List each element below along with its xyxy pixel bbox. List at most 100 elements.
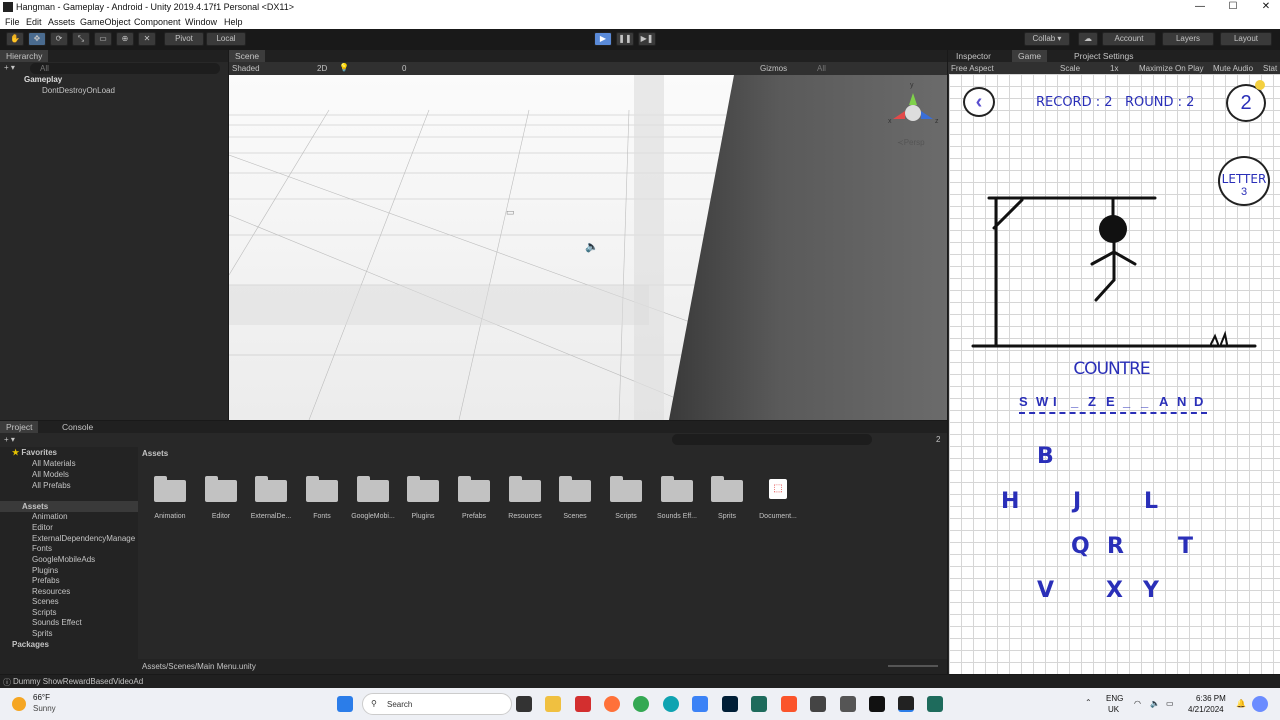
weather-temp[interactable]: 66°F bbox=[33, 693, 50, 702]
back-button[interactable]: ‹ bbox=[963, 87, 995, 117]
app-icon[interactable] bbox=[810, 696, 826, 712]
scene-view[interactable]: 🔈 ▭ y x z ≺Persp bbox=[229, 75, 947, 420]
status-message[interactable]: Dummy ShowRewardBasedVideoAd bbox=[13, 677, 143, 686]
mute-audio-toggle[interactable]: Mute Audio bbox=[1213, 64, 1253, 73]
hierarchy-add-icon[interactable]: + ▾ bbox=[4, 63, 15, 72]
chrome-icon[interactable] bbox=[633, 696, 649, 712]
unity-taskbar-icon[interactable] bbox=[898, 696, 914, 712]
fav-all-prefabs[interactable]: All Prefabs bbox=[32, 481, 71, 490]
camera-icon[interactable]: ▭ bbox=[506, 207, 515, 217]
project-add-icon[interactable]: + ▾ bbox=[4, 435, 15, 444]
scale-value[interactable]: 1x bbox=[1110, 64, 1118, 73]
menu-component[interactable]: Component bbox=[134, 17, 181, 27]
scene-search-input[interactable]: All bbox=[817, 64, 826, 73]
layers-dropdown[interactable]: Layers bbox=[1162, 32, 1214, 46]
game-view[interactable]: ‹ RECORD : 2 ROUND : 2 2 LETTER 3 COUNTR… bbox=[949, 74, 1280, 674]
letter-button-q[interactable]: Q bbox=[1071, 534, 1090, 559]
tab-scene[interactable]: Scene bbox=[229, 50, 266, 62]
rect-tool-icon[interactable]: ▭ bbox=[94, 32, 112, 46]
fx-counter[interactable]: 0 bbox=[402, 64, 406, 73]
folder-icon[interactable] bbox=[154, 476, 186, 502]
tree-item-plugins[interactable]: Plugins bbox=[32, 566, 58, 575]
move-tool-icon[interactable]: ✥ bbox=[28, 32, 46, 46]
pivot-toggle[interactable]: Pivot bbox=[164, 32, 204, 46]
folder-icon[interactable] bbox=[306, 476, 338, 502]
letter-button-t[interactable]: T bbox=[1178, 534, 1193, 559]
menu-file[interactable]: File bbox=[5, 17, 20, 27]
tree-item-fonts[interactable]: Fonts bbox=[32, 544, 52, 553]
tray-chevron-icon[interactable]: ⌃ bbox=[1085, 698, 1092, 707]
tree-item-scenes[interactable]: Scenes bbox=[32, 597, 59, 606]
menu-help[interactable]: Help bbox=[224, 17, 243, 27]
folder-icon[interactable] bbox=[559, 476, 591, 502]
scale-tool-icon[interactable]: ⤡ bbox=[72, 32, 90, 46]
letter-button-y[interactable]: Y bbox=[1143, 578, 1159, 603]
letter-button-x[interactable]: X bbox=[1106, 578, 1123, 603]
hand-tool-icon[interactable]: ✋ bbox=[6, 32, 24, 46]
2d-toggle[interactable]: 2D bbox=[317, 64, 327, 73]
rotate-tool-icon[interactable]: ⟳ bbox=[50, 32, 68, 46]
app-icon[interactable] bbox=[927, 696, 943, 712]
minimize-button[interactable]: — bbox=[1185, 1, 1215, 12]
tab-inspector[interactable]: Inspector bbox=[950, 50, 997, 62]
folder-icon[interactable] bbox=[661, 476, 693, 502]
letter-button-l[interactable]: L bbox=[1144, 489, 1158, 514]
step-button[interactable]: ▶❚ bbox=[638, 32, 656, 46]
tab-game[interactable]: Game bbox=[1012, 50, 1048, 62]
volume-icon[interactable]: 🔈 bbox=[1150, 699, 1160, 708]
close-button[interactable]: ✕ bbox=[1251, 1, 1280, 12]
pause-button[interactable]: ❚❚ bbox=[616, 32, 634, 46]
assets-breadcrumb[interactable]: Assets bbox=[142, 449, 168, 458]
notification-icon[interactable]: 🔔 bbox=[1236, 699, 1246, 708]
maximize-button[interactable]: ☐ bbox=[1218, 1, 1248, 12]
lang-label[interactable]: ENG bbox=[1106, 694, 1123, 703]
task-view-icon[interactable] bbox=[516, 696, 532, 712]
edge-icon[interactable] bbox=[663, 696, 679, 712]
layout-dropdown[interactable]: Layout bbox=[1220, 32, 1272, 46]
folder-icon[interactable] bbox=[357, 476, 389, 502]
tree-item-animation[interactable]: Animation bbox=[32, 512, 68, 521]
fav-all-models[interactable]: All Models bbox=[32, 470, 69, 479]
account-dropdown[interactable]: Account bbox=[1102, 32, 1156, 46]
letter-button-b[interactable]: B bbox=[1037, 444, 1054, 469]
local-toggle[interactable]: Local bbox=[206, 32, 246, 46]
maximize-on-play-toggle[interactable]: Maximize On Play bbox=[1139, 64, 1203, 73]
fav-all-materials[interactable]: All Materials bbox=[32, 459, 76, 468]
clock-time[interactable]: 6:36 PM bbox=[1196, 694, 1226, 703]
play-button[interactable]: ▶ bbox=[594, 32, 612, 46]
folder-icon[interactable] bbox=[610, 476, 642, 502]
favorites-header[interactable]: ★ Favorites bbox=[12, 448, 57, 457]
shading-dropdown[interactable]: Shaded bbox=[232, 64, 260, 73]
hierarchy-item-gameplay[interactable]: Gameplay bbox=[24, 75, 62, 84]
audio-source-icon[interactable]: 🔈 bbox=[585, 241, 599, 253]
tree-item-sounds-effect[interactable]: Sounds Effect bbox=[32, 618, 82, 627]
tree-item-prefabs[interactable]: Prefabs bbox=[32, 576, 60, 585]
custom-tool-icon[interactable]: ✕ bbox=[138, 32, 156, 46]
folder-icon[interactable] bbox=[407, 476, 439, 502]
tab-project-settings[interactable]: Project Settings bbox=[1068, 50, 1140, 62]
menu-window[interactable]: Window bbox=[185, 17, 217, 27]
hierarchy-item-dontdestroyonload[interactable]: DontDestroyOnLoad bbox=[42, 86, 115, 95]
packages-header[interactable]: Packages bbox=[12, 640, 49, 649]
firefox-icon[interactable] bbox=[604, 696, 620, 712]
tree-item-googlemobileads[interactable]: GoogleMobileAds bbox=[32, 555, 95, 564]
windows-start-icon[interactable] bbox=[337, 696, 353, 712]
letter-button-j[interactable]: J bbox=[1073, 489, 1081, 514]
icon-size-slider[interactable] bbox=[888, 665, 938, 667]
tree-item-scripts[interactable]: Scripts bbox=[32, 608, 56, 617]
app-icon[interactable] bbox=[692, 696, 708, 712]
wifi-icon[interactable]: ◠ bbox=[1134, 699, 1141, 708]
letter-button-v[interactable]: V bbox=[1037, 578, 1054, 603]
stats-toggle[interactable]: Stat bbox=[1263, 64, 1277, 73]
cloud-icon[interactable]: ☁ bbox=[1078, 32, 1098, 46]
menu-gameobject[interactable]: GameObject bbox=[80, 17, 131, 27]
tree-item-editor[interactable]: Editor bbox=[32, 523, 53, 532]
aspect-dropdown[interactable]: Free Aspect bbox=[951, 64, 994, 73]
folder-icon[interactable] bbox=[509, 476, 541, 502]
letter-button-h[interactable]: H bbox=[1001, 489, 1019, 514]
project-search-input[interactable] bbox=[672, 434, 872, 445]
persp-label[interactable]: ≺Persp bbox=[897, 138, 925, 147]
nox-icon[interactable] bbox=[869, 696, 885, 712]
collab-button[interactable]: Collab ▾ bbox=[1024, 32, 1070, 46]
tree-item-resources[interactable]: Resources bbox=[32, 587, 70, 596]
